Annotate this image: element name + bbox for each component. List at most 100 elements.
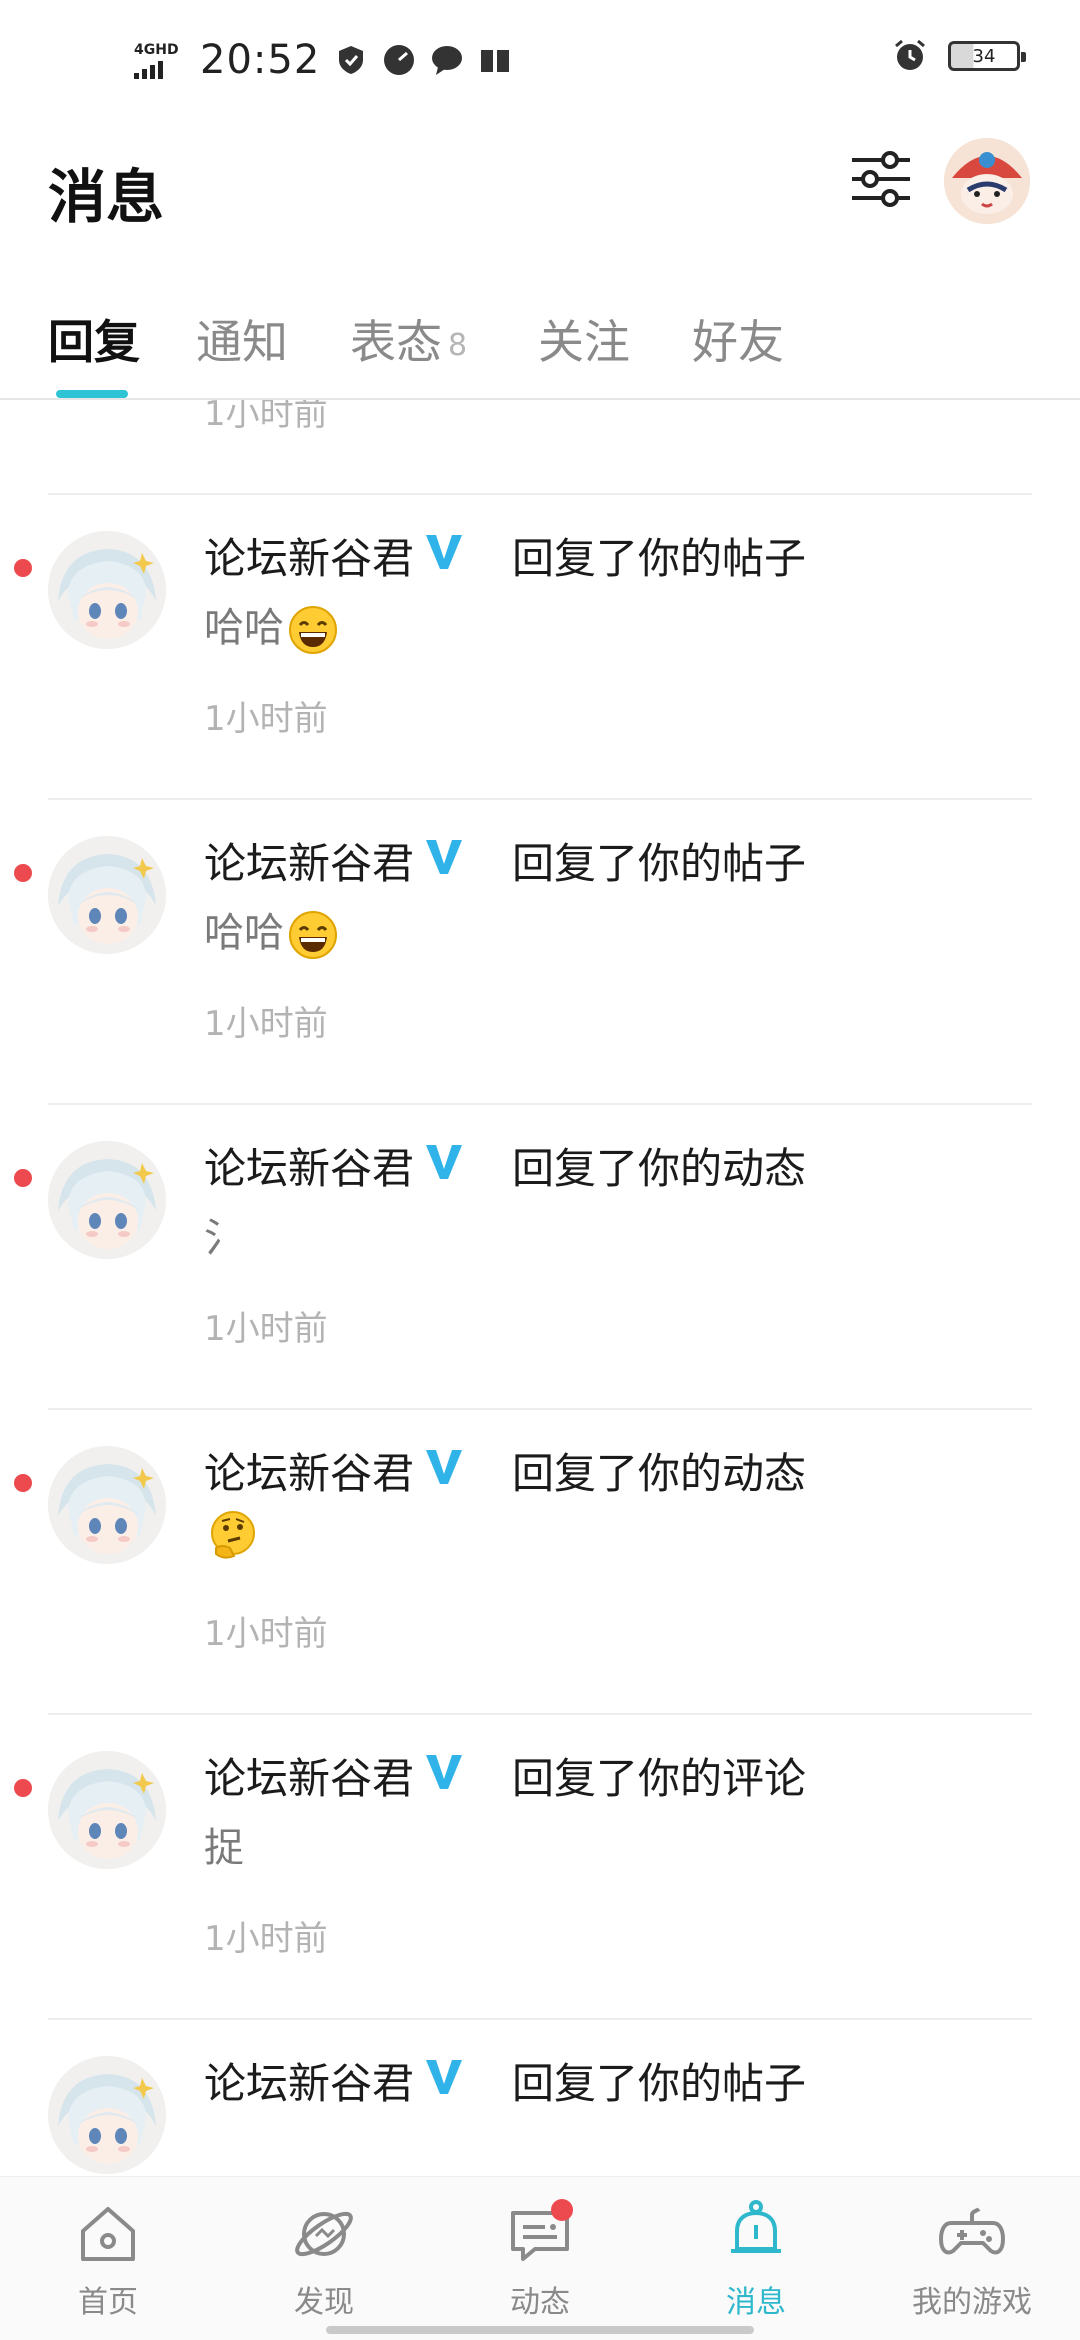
- nav-label: 首页: [78, 2285, 138, 2320]
- message-text: 哈哈: [204, 605, 284, 651]
- tab-label: 好友: [692, 315, 784, 369]
- verified-badge-icon: [414, 1444, 466, 1498]
- sender-avatar[interactable]: [48, 2056, 166, 2174]
- message-item[interactable]: 1小时前: [0, 400, 1080, 495]
- sender-avatar[interactable]: [48, 1751, 166, 1869]
- home-indicator[interactable]: [326, 2326, 754, 2334]
- message-time: 1小时前: [204, 1614, 328, 1654]
- unread-dot: [14, 559, 32, 577]
- status-bar: 4GHD 20:52 34: [0, 0, 1080, 120]
- grinning-emoji-icon: [289, 606, 337, 654]
- filter-settings-icon[interactable]: [848, 146, 914, 212]
- sender-name[interactable]: 论坛新谷君: [204, 830, 414, 891]
- message-time: 1小时前: [204, 1004, 328, 1044]
- page-title: 消息: [48, 163, 165, 231]
- nav-label: 我的游戏: [912, 2285, 1032, 2320]
- sender-name[interactable]: 论坛新谷君: [204, 1440, 414, 1501]
- verified-badge-icon: [414, 529, 466, 583]
- message-content: 氵: [204, 1205, 244, 1263]
- tab-follow[interactable]: 关注: [538, 306, 630, 372]
- tab-notice[interactable]: 通知: [196, 306, 288, 372]
- planet-icon: [295, 2211, 353, 2257]
- network-type: 4GHD: [134, 42, 179, 58]
- message-text: 哈哈: [204, 910, 284, 956]
- battery-indicator: 34: [948, 41, 1026, 71]
- message-item[interactable]: 论坛新谷君 回复了你的动态 氵 1小时前: [0, 1105, 1080, 1410]
- message-action: 回复了你的评论: [512, 1754, 807, 1803]
- home-icon: [81, 2207, 135, 2261]
- tab-reaction[interactable]: 表态 8: [350, 306, 467, 372]
- signal-indicator: 4GHD: [134, 41, 186, 79]
- message-content: 捉: [204, 1815, 244, 1873]
- sender-avatar[interactable]: [48, 1141, 166, 1259]
- message-tabs: 回复 通知 表态 8 关注 好友: [0, 290, 1080, 400]
- message-header: 论坛新谷君 回复了你的帖子: [204, 830, 806, 891]
- message-time: 1小时前: [204, 1309, 328, 1349]
- message-header: 论坛新谷君 回复了你的帖子: [204, 525, 806, 586]
- sender-avatar[interactable]: [48, 1446, 166, 1564]
- status-left: 4GHD 20:52: [134, 30, 512, 90]
- tab-badge-count: 8: [448, 328, 468, 363]
- tab-label: 通知: [196, 315, 288, 369]
- notification-dot: [551, 2199, 573, 2221]
- verified-badge-icon: [414, 1139, 466, 1193]
- message-time: 1小时前: [204, 1919, 328, 1959]
- tab-label: 关注: [538, 315, 630, 369]
- book-icon: [481, 50, 510, 72]
- nav-label: 动态: [510, 2285, 570, 2320]
- sender-avatar[interactable]: [48, 836, 166, 954]
- active-tab-indicator: [56, 390, 128, 398]
- grinning-emoji-icon: [289, 911, 337, 959]
- message-item[interactable]: 论坛新谷君 回复了你的动态 1小时前: [0, 1410, 1080, 1715]
- unread-dot: [14, 1779, 32, 1797]
- sender-name[interactable]: 论坛新谷君: [204, 1745, 414, 1806]
- unread-dot: [14, 1169, 32, 1187]
- message-content: 哈哈: [204, 900, 338, 960]
- sender-name[interactable]: 论坛新谷君: [204, 1135, 414, 1196]
- status-time: 20:52: [200, 37, 321, 83]
- chat-bubble-icon: [432, 46, 463, 75]
- nav-my-games[interactable]: 我的游戏: [897, 2199, 1047, 2321]
- thinking-emoji-icon: [211, 1511, 255, 1559]
- message-item[interactable]: 论坛新谷君 回复了你的评论 捉 1小时前: [0, 1715, 1080, 2020]
- nav-feed[interactable]: 动态: [465, 2199, 615, 2321]
- tab-reply[interactable]: 回复: [48, 306, 140, 372]
- battery-level: 34: [972, 45, 996, 67]
- gamepad-icon: [939, 2207, 1005, 2255]
- alarm-icon: [895, 39, 925, 70]
- nav-discover[interactable]: 发现: [249, 2199, 399, 2321]
- message-list[interactable]: 1小时前 论坛新谷君 回复了你的帖子 哈哈 1小时前 论坛新谷君 回复了你的帖子…: [0, 400, 1080, 2176]
- nav-label: 发现: [294, 2285, 354, 2320]
- tab-friends[interactable]: 好友: [692, 306, 784, 372]
- signal-bars-icon: [134, 59, 163, 79]
- message-time: 1小时前: [204, 699, 328, 739]
- message-header: 论坛新谷君 回复了你的评论: [204, 1745, 806, 1806]
- message-header: 论坛新谷君 回复了你的动态: [204, 1135, 806, 1196]
- message-time: 1小时前: [204, 400, 328, 434]
- avatar-image: [944, 138, 1030, 224]
- sender-avatar[interactable]: [48, 531, 166, 649]
- status-right: 34: [892, 38, 1026, 74]
- bottom-navigation: 首页 发现 动态 消息 我的游戏: [0, 2176, 1080, 2340]
- nav-messages[interactable]: 消息: [681, 2199, 831, 2321]
- message-text: 捉: [204, 1825, 244, 1871]
- speedometer-icon: [384, 45, 415, 75]
- nav-home[interactable]: 首页: [33, 2199, 183, 2321]
- tab-label: 表态: [350, 315, 442, 369]
- message-item[interactable]: 论坛新谷君 回复了你的帖子 哈哈 1小时前: [0, 495, 1080, 800]
- user-avatar[interactable]: [944, 138, 1030, 224]
- message-header: 论坛新谷君 回复了你的动态: [204, 1440, 806, 1501]
- sender-name[interactable]: 论坛新谷君: [204, 2050, 414, 2111]
- sender-name[interactable]: 论坛新谷君: [204, 525, 414, 586]
- tab-label: 回复: [48, 315, 140, 369]
- message-item[interactable]: 论坛新谷君 回复了你的帖子: [0, 2020, 1080, 2176]
- verified-badge-icon: [414, 1749, 466, 1803]
- shield-icon: [339, 46, 364, 74]
- message-action: 回复了你的帖子: [512, 2059, 807, 2108]
- message-action: 回复了你的动态: [512, 1449, 807, 1498]
- message-action: 回复了你的帖子: [512, 839, 807, 888]
- message-item[interactable]: 论坛新谷君 回复了你的帖子 哈哈 1小时前: [0, 800, 1080, 1105]
- verified-badge-icon: [414, 2054, 466, 2108]
- unread-dot: [14, 1474, 32, 1492]
- message-action: 回复了你的帖子: [512, 534, 807, 583]
